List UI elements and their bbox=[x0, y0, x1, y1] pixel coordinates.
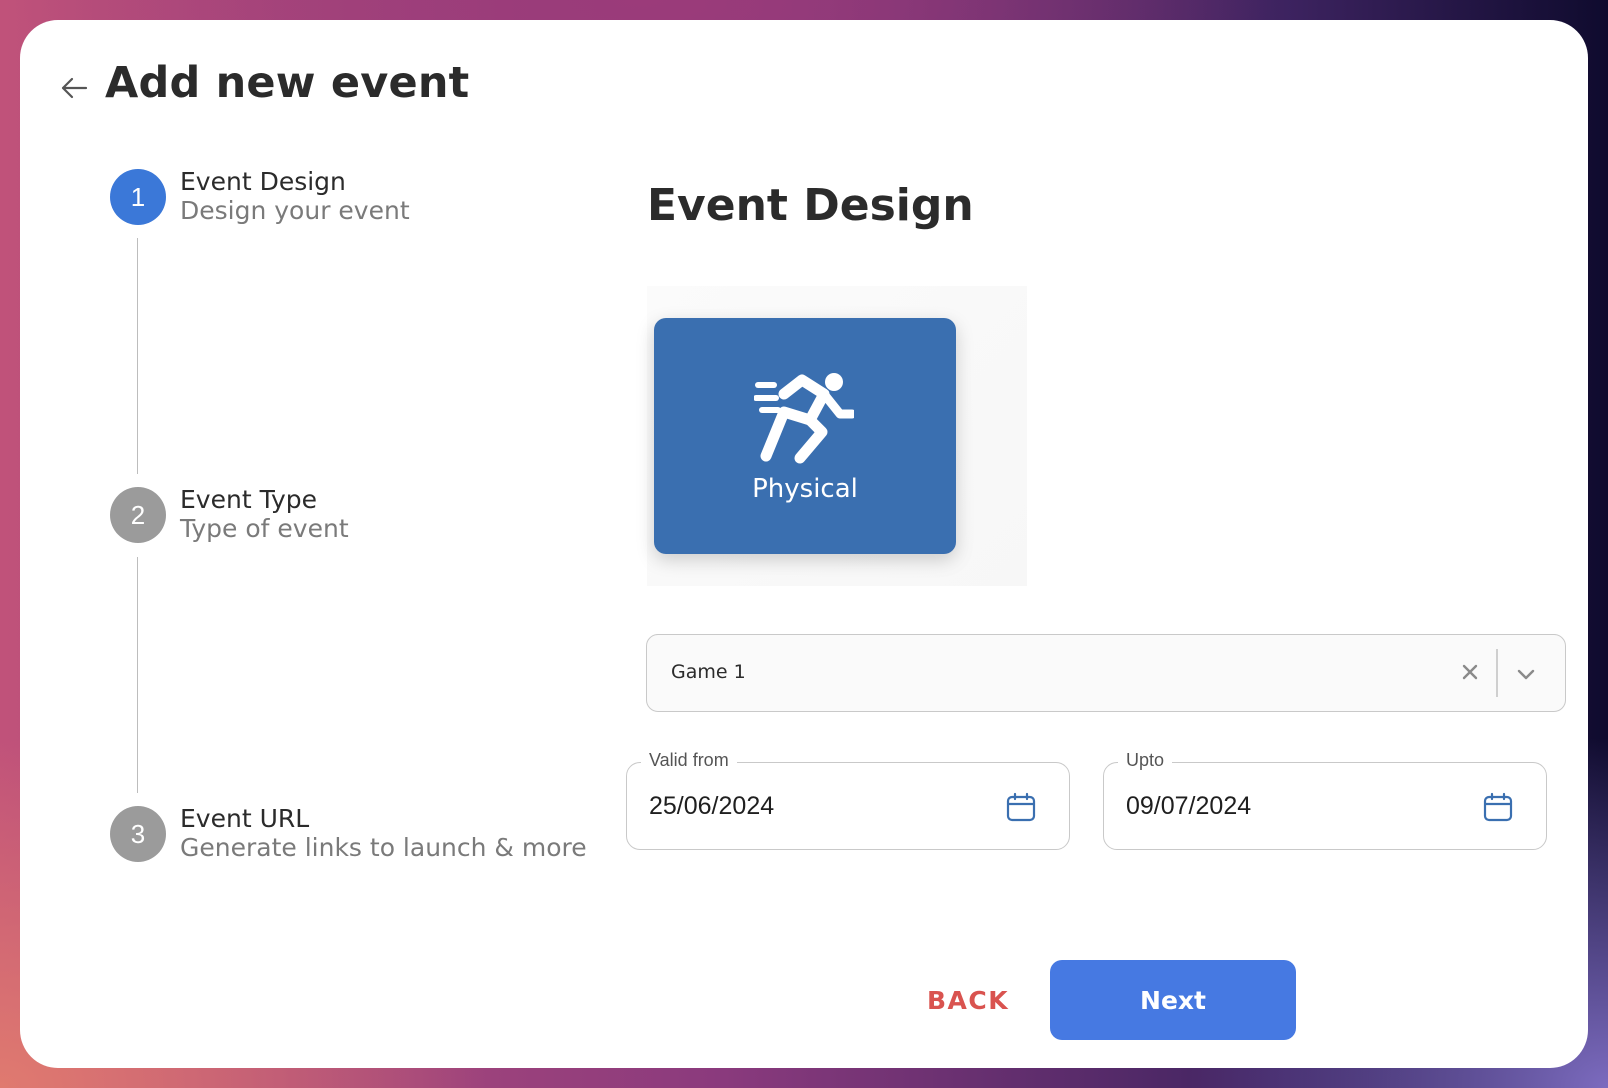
back-button[interactable]: BACK bbox=[918, 980, 1018, 1020]
tile-label: Physical bbox=[752, 474, 858, 504]
event-wizard-card: Add new event 1 Event Design Design your… bbox=[20, 20, 1588, 1068]
back-arrow-icon[interactable] bbox=[58, 72, 90, 104]
page-title: Add new event bbox=[105, 58, 470, 108]
step-title: Event URL bbox=[180, 804, 310, 833]
step-title: Event Design bbox=[180, 167, 346, 196]
calendar-icon[interactable] bbox=[1482, 791, 1514, 823]
physical-design-tile[interactable]: Physical bbox=[654, 318, 956, 554]
clear-icon[interactable] bbox=[1455, 657, 1485, 687]
calendar-icon[interactable] bbox=[1005, 791, 1037, 823]
step-number-badge: 3 bbox=[110, 806, 166, 862]
valid-from-field[interactable]: Valid from 25/06/2024 bbox=[626, 750, 1070, 850]
next-button[interactable]: Next bbox=[1050, 960, 1296, 1040]
game-select-value: Game 1 bbox=[671, 661, 746, 683]
chevron-down-icon[interactable] bbox=[1511, 659, 1541, 689]
step-subtitle: Generate links to launch & more bbox=[180, 833, 587, 862]
game-select[interactable]: Game 1 bbox=[646, 634, 1566, 712]
stepper-connector bbox=[137, 238, 138, 474]
section-title: Event Design bbox=[647, 180, 974, 231]
valid-from-value[interactable]: 25/06/2024 bbox=[649, 792, 774, 821]
step-subtitle: Design your event bbox=[180, 196, 410, 225]
valid-from-label: Valid from bbox=[641, 750, 737, 771]
step-subtitle: Type of event bbox=[180, 514, 349, 543]
step-title: Event Type bbox=[180, 485, 317, 514]
step-number-badge: 2 bbox=[110, 487, 166, 543]
step-number-badge: 1 bbox=[110, 169, 166, 225]
upto-field[interactable]: Upto 09/07/2024 bbox=[1103, 750, 1547, 850]
upto-value[interactable]: 09/07/2024 bbox=[1126, 792, 1251, 821]
running-person-icon bbox=[754, 373, 854, 464]
stepper-connector bbox=[137, 557, 138, 793]
select-divider bbox=[1496, 649, 1498, 697]
upto-label: Upto bbox=[1118, 750, 1173, 771]
